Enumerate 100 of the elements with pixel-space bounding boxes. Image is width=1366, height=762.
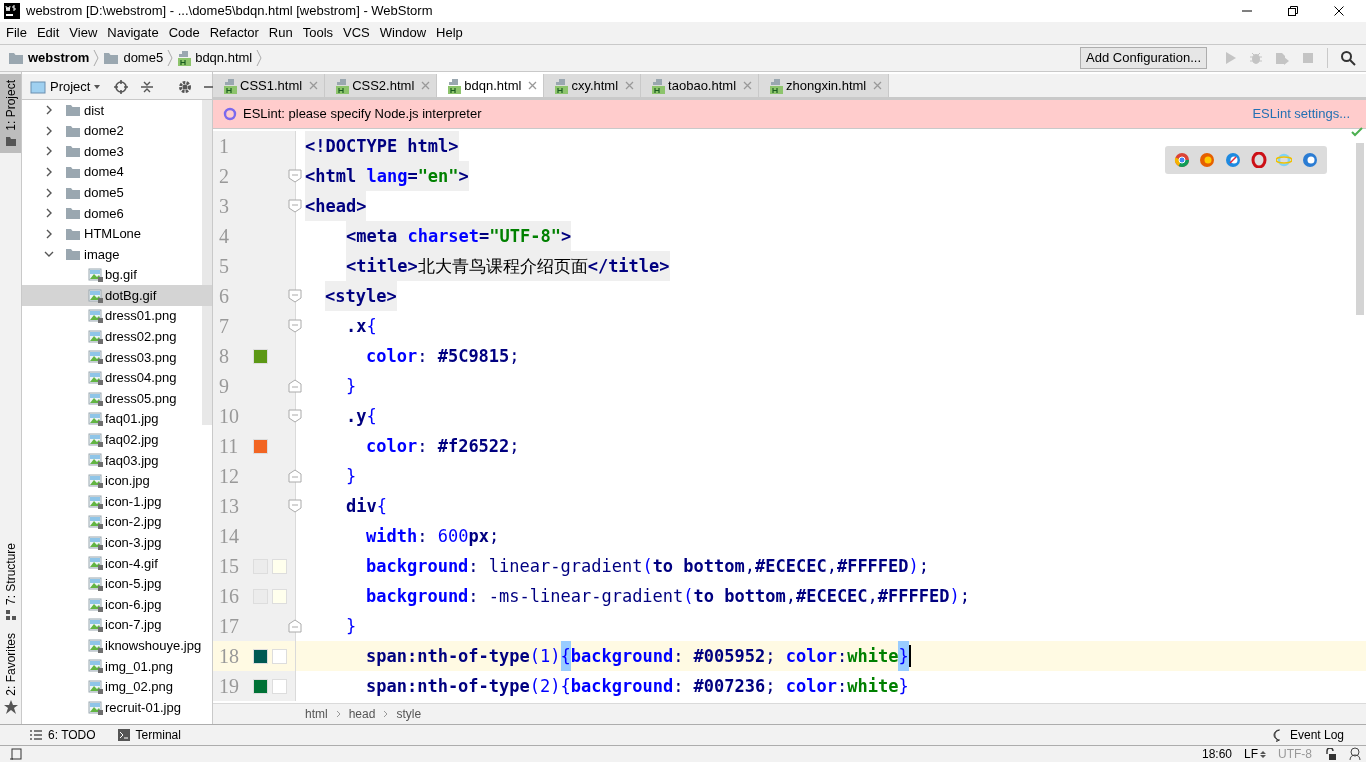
tree-item[interactable]: dist [22,100,212,121]
tree-item[interactable]: icon.jpg [22,470,212,492]
breadcrumb-item[interactable]: dome5 [123,48,164,68]
tree-item[interactable]: HTMLone [22,223,212,245]
line-number: 15 [218,554,240,579]
app-logo-icon [4,3,20,19]
menu-item[interactable]: Help [431,23,468,43]
tree-item[interactable]: bg.gif [22,264,212,286]
breadcrumb-item[interactable]: webstrom [28,48,90,68]
project-title[interactable]: Project [50,76,91,97]
menu-item[interactable]: Window [374,23,432,43]
tree-item[interactable]: dome2 [22,120,212,142]
text-cursor [908,645,911,667]
image-file-icon [88,493,104,510]
side-tab[interactable]: 7: Structure [0,537,21,628]
tree-item[interactable]: recruit-01.jpg [22,697,212,718]
editor-tab[interactable]: bdqn.html [437,74,545,97]
browser-icon [1225,152,1242,168]
menu-item[interactable]: Navigate [102,23,164,43]
menu-item[interactable]: VCS [338,23,375,43]
event-log-tab[interactable]: Event Log [1272,726,1344,744]
line-number: 10 [218,404,240,429]
tree-item[interactable]: dome4 [22,161,212,183]
breadcrumb-item[interactable]: style [396,705,422,723]
tree-item[interactable]: dress03.png [22,347,212,368]
menu-item[interactable]: Edit [31,23,65,43]
tree-item[interactable]: icon-7.jpg [22,614,212,636]
image-file-icon [88,575,104,592]
editor-tab[interactable]: cxy.html [544,74,642,97]
tree-item[interactable]: dress05.png [22,388,212,409]
tree-item[interactable]: faq03.jpg [22,450,212,471]
tree-item[interactable]: img_02.png [22,676,212,698]
image-file-icon [88,596,104,613]
line-number: 17 [218,614,240,639]
tree-item[interactable]: faq01.jpg [22,408,212,430]
tree-item[interactable]: dome3 [22,141,212,162]
tree-item[interactable]: icon-4.gif [22,553,212,574]
editor-tab[interactable]: CSS2.html [325,74,438,97]
line-number: 4 [218,224,230,249]
tree-item[interactable]: icon-3.jpg [22,532,212,554]
folder-icon [65,102,81,119]
image-file-icon [88,617,104,634]
menu-item[interactable]: Run [263,23,298,43]
tree-item[interactable]: image [22,244,212,265]
menu-item[interactable]: Refactor [204,23,264,43]
stop-icon [1301,51,1315,65]
html-file-icon [769,77,784,94]
chevron-icon [383,710,389,718]
settings-link[interactable]: ESLint settings... [1252,104,1350,124]
tree-item[interactable]: dome6 [22,202,212,224]
breadcrumb-item[interactable]: html [305,705,328,723]
code-line: background: linear-gradient(to bottom,#ECECEC,#FFFFED); [366,555,930,578]
banner-message: ESLint: please specify Node.js interpreter [243,105,482,124]
unlock-icon [1324,748,1336,760]
tree-item[interactable]: icon-5.jpg [22,573,212,595]
breadcrumb-item[interactable]: bdqn.html [195,48,253,68]
editor-tab[interactable]: zhongxin.html [759,74,890,97]
tree-item[interactable]: icon-6.jpg [22,594,212,615]
tree-item[interactable]: img_01.png [22,656,212,677]
tree-item[interactable]: icon-2.jpg [22,511,212,533]
line-number: 16 [218,584,240,609]
code-line: span:nth-of-type(2){background: #007236; color:white} [366,675,909,698]
tree-item[interactable]: dress02.png [22,326,212,348]
scrollbar-thumb[interactable] [1356,143,1364,315]
folder-icon [65,246,81,263]
tree-item[interactable]: dress04.png [22,367,212,389]
add-configuration-button[interactable]: Add Configuration... [1080,47,1207,69]
image-file-icon [88,431,104,448]
menu-item[interactable]: Code [163,23,205,43]
code-line: } [346,375,357,398]
scrollbar-thumb[interactable] [202,100,212,425]
editor-tab[interactable]: CSS1.html [213,74,326,97]
bug-icon [1249,51,1263,65]
menu-item[interactable]: Tools [297,23,339,43]
close-icon [873,81,883,90]
tool-window-tab[interactable]: 6: TODO [30,726,96,744]
tree-item[interactable]: dome5 [22,182,212,203]
caret-position[interactable]: 18:60 [1201,745,1232,762]
code-line: width: 600px; [366,525,500,548]
line-separator[interactable]: LF [1244,745,1258,762]
line-number: 6 [218,284,230,309]
browser-icon [1250,152,1267,168]
tree-item[interactable]: iknowshouye.jpg [22,635,212,657]
side-tab[interactable]: 1: Project [0,74,21,153]
image-file-icon [88,370,104,386]
tree-item[interactable]: dotBg.gif [22,285,212,306]
tool-window-tab[interactable]: Terminal [117,726,181,744]
menu-item[interactable]: View [64,23,103,43]
side-tab[interactable]: 2: Favorites [0,627,21,720]
tree-item[interactable]: faq02.jpg [22,429,212,451]
code-line: } [346,615,357,638]
html-file-icon [651,77,666,94]
tree-item[interactable]: icon-1.jpg [22,491,212,512]
editor-tab[interactable]: taobao.html [641,74,760,97]
image-file-icon [88,287,104,304]
breadcrumb-item[interactable]: head [348,705,376,723]
tree-item[interactable]: dress01.png [22,305,212,327]
browser-icon [1276,152,1293,168]
menu-item[interactable]: File [1,23,32,43]
close-icon [528,81,538,90]
